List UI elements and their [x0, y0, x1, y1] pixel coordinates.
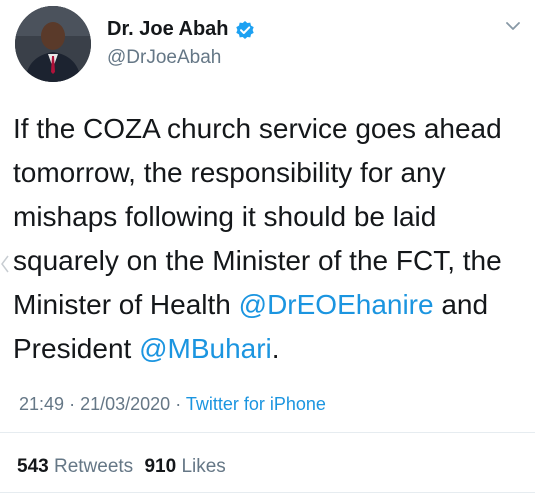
tweet-card: Dr. Joe Abah @DrJoeAbah If the COZA chur… [0, 0, 535, 498]
retweets-count: 543 [17, 456, 49, 477]
divider [0, 432, 535, 433]
chevron-down-icon[interactable] [503, 16, 523, 36]
verified-badge-icon [235, 20, 255, 40]
retweets-label: Retweets [53, 456, 134, 477]
likes-count: 910 [144, 456, 177, 477]
retweets-stat[interactable]: 543 Retweets [17, 456, 133, 477]
mention-link[interactable]: @MBuhari [139, 333, 272, 364]
tweet-text: If the COZA church service goes ahead to… [13, 107, 528, 371]
likes-label: Likes [181, 456, 226, 477]
avatar[interactable] [15, 6, 91, 82]
chevron-left-icon[interactable] [0, 252, 10, 276]
display-name[interactable]: Dr. Joe Abah [107, 18, 229, 41]
tweet-stats: 543 Retweets 910 Likes [17, 456, 226, 478]
likes-stat[interactable]: 910 Likes [144, 456, 225, 477]
meta-separator: · [175, 394, 182, 414]
tweet-source-link[interactable]: Twitter for iPhone [186, 394, 326, 414]
tweet-date[interactable]: 21/03/2020 [80, 394, 170, 414]
divider [0, 492, 535, 493]
user-info: Dr. Joe Abah @DrJoeAbah [107, 18, 255, 69]
tweet-header: Dr. Joe Abah @DrJoeAbah [15, 6, 525, 86]
mention-link[interactable]: @DrEOEhanire [239, 289, 434, 320]
name-row: Dr. Joe Abah [107, 18, 255, 41]
tweet-text-part: . [271, 333, 280, 364]
handle[interactable]: @DrJoeAbah [107, 47, 255, 69]
tweet-time[interactable]: 21:49 [19, 394, 64, 414]
meta-separator: · [69, 394, 76, 414]
tweet-meta: 21:49 · 21/03/2020 · Twitter for iPhone [19, 394, 326, 415]
